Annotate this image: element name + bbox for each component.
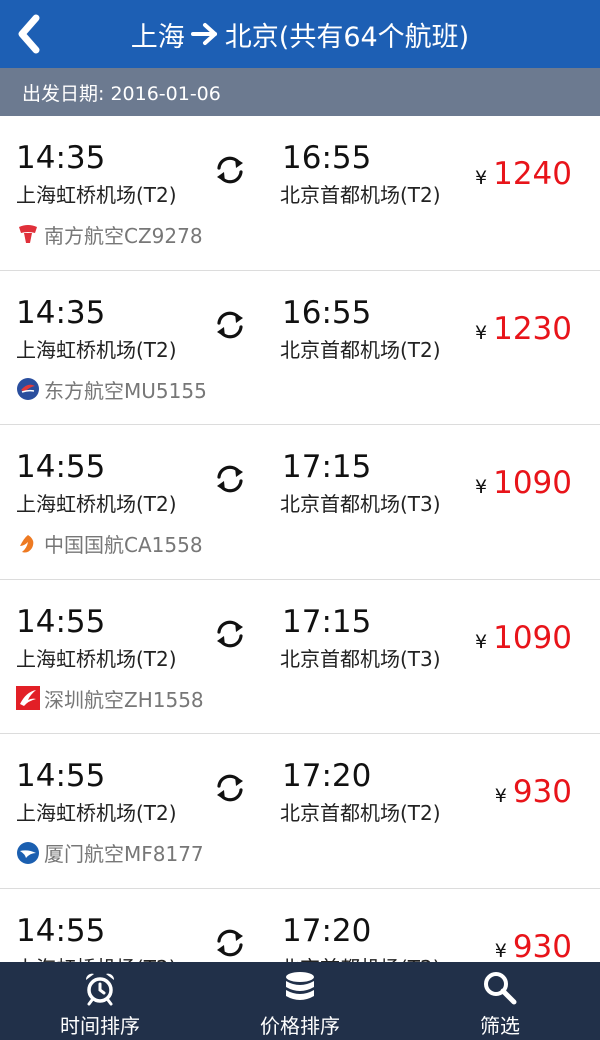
departure-airport: 上海虹桥机场(T2) xyxy=(16,337,177,362)
departure-time: 14:35 xyxy=(16,140,106,176)
arrival-time: 16:55 xyxy=(282,294,372,331)
price: ¥1090 xyxy=(475,465,572,501)
filter-label: 筛选 xyxy=(480,1014,520,1038)
price: ¥930 xyxy=(495,774,572,810)
database-stack-icon xyxy=(286,972,314,1000)
flight-row[interactable]: 14:35 上海虹桥机场(T2) 16:55 北京首都机场(T2) 南方航空CZ9278… xyxy=(0,116,600,271)
alarm-clock-icon xyxy=(85,973,115,1006)
price: ¥1230 xyxy=(475,311,572,347)
currency-symbol: ¥ xyxy=(475,630,488,653)
arrival-airport: 北京首都机场(T2) xyxy=(280,337,441,362)
arrival-airport: 北京首都机场(T3) xyxy=(280,492,441,516)
price-amount: 1240 xyxy=(493,156,572,192)
top-bar: 上海 北京(共有64个航班) xyxy=(0,0,600,68)
swap-icon xyxy=(214,309,246,341)
filter-tab[interactable]: 筛选 xyxy=(400,962,600,1040)
shenzhen-airlines-logo-icon xyxy=(16,686,40,710)
back-button[interactable] xyxy=(0,0,64,68)
airline-info: 中国国航CA1558 xyxy=(16,529,203,558)
flight-row[interactable]: 14:55 上海虹桥机场(T2) 17:20 北京首都机场(T2) 厦门航空MF8177… xyxy=(0,734,600,889)
swap-icon xyxy=(214,772,246,804)
airline-info: 深圳航空ZH1558 xyxy=(16,684,204,713)
flight-row[interactable]: 14:55 上海虹桥机场(T2) 17:15 北京首都机场(T3) 中国国航CA1558… xyxy=(0,425,600,580)
arrival-airport: 北京首都机场(T3) xyxy=(280,646,441,671)
departure-airport: 上海虹桥机场(T2) xyxy=(16,183,177,207)
flight-list: 14:35 上海虹桥机场(T2) 16:55 北京首都机场(T2) 南方航空CZ9278… xyxy=(0,116,600,962)
airline-info: 南方航空CZ9278 xyxy=(16,220,203,249)
swap-icon xyxy=(214,927,246,959)
page-title: 上海 北京(共有64个航班) xyxy=(64,0,536,68)
chevron-left-icon xyxy=(18,14,40,54)
sort-by-price-tab[interactable]: 价格排序 xyxy=(200,962,400,1040)
sort-by-time-tab[interactable]: 时间排序 xyxy=(0,962,200,1040)
xiamen-airlines-logo-icon xyxy=(16,841,40,865)
price-amount: 930 xyxy=(512,774,572,810)
price: ¥930 xyxy=(495,929,572,963)
destination-city: 北京(共有64个航班) xyxy=(224,21,470,53)
price-amount: 1230 xyxy=(493,310,572,347)
price-amount: 930 xyxy=(512,928,572,963)
search-icon xyxy=(484,972,517,1005)
currency-symbol: ¥ xyxy=(475,476,488,498)
departure-date-bar: 出发日期: 2016-01-06 xyxy=(0,68,600,116)
bottom-nav: 时间排序 价格排序 筛选 xyxy=(0,962,600,1040)
arrival-time: 17:20 xyxy=(282,758,372,794)
arrival-airport: 北京首都机场(T2) xyxy=(280,183,441,207)
departure-time: 14:55 xyxy=(16,449,106,485)
departure-airport: 上海虹桥机场(T2) xyxy=(16,955,177,963)
swap-icon xyxy=(214,618,246,650)
arrival-airport: 北京首都机场(T2) xyxy=(280,801,441,825)
currency-symbol: ¥ xyxy=(475,321,488,344)
departure-time: 14:35 xyxy=(16,294,106,331)
departure-airport: 上海虹桥机场(T2) xyxy=(16,801,177,825)
airline-flight-number: 南方航空CZ9278 xyxy=(44,224,203,248)
sort-by-time-label: 时间排序 xyxy=(60,1014,140,1038)
price: ¥1090 xyxy=(475,620,572,656)
arrival-time: 16:55 xyxy=(282,140,372,176)
departure-time: 14:55 xyxy=(16,758,106,794)
airline-info: 东方航空MU5155 xyxy=(16,375,207,404)
flight-row[interactable]: 14:55 上海虹桥机场(T2) 17:20 北京首都机场(T2) ¥930 xyxy=(0,888,600,963)
airline-flight-number: 厦门航空MF8177 xyxy=(44,842,204,866)
arrival-time: 17:15 xyxy=(282,449,372,485)
departure-airport: 上海虹桥机场(T2) xyxy=(16,646,177,671)
arrival-time: 17:15 xyxy=(282,603,372,640)
departure-time: 14:55 xyxy=(16,603,106,640)
arrival-airport: 北京首都机场(T2) xyxy=(280,955,441,963)
price-amount: 1090 xyxy=(493,465,572,501)
air-china-logo-icon xyxy=(16,532,40,556)
currency-symbol: ¥ xyxy=(475,167,488,189)
origin-city: 上海 xyxy=(130,21,185,53)
price: ¥1240 xyxy=(475,156,572,192)
flight-row[interactable]: 14:55 上海虹桥机场(T2) 17:15 北京首都机场(T3) 深圳航空ZH1558… xyxy=(0,579,600,734)
sort-by-price-label: 价格排序 xyxy=(260,1014,340,1038)
departure-time: 14:55 xyxy=(16,912,106,949)
airline-flight-number: 中国国航CA1558 xyxy=(44,533,203,557)
china-eastern-logo-icon xyxy=(16,377,40,401)
currency-symbol: ¥ xyxy=(494,785,507,807)
departure-date: 出发日期: 2016-01-06 xyxy=(22,82,221,105)
swap-icon xyxy=(214,463,246,495)
departure-airport: 上海虹桥机场(T2) xyxy=(16,492,177,516)
china-southern-logo-icon xyxy=(16,223,40,247)
airline-flight-number: 东方航空MU5155 xyxy=(44,378,207,403)
swap-icon xyxy=(214,154,246,186)
arrow-right-icon xyxy=(190,22,219,46)
price-amount: 1090 xyxy=(493,619,572,656)
airline-info: 厦门航空MF8177 xyxy=(16,838,204,867)
flight-row[interactable]: 14:35 上海虹桥机场(T2) 16:55 北京首都机场(T2) 东方航空MU5155… xyxy=(0,270,600,425)
arrival-time: 17:20 xyxy=(282,912,372,949)
currency-symbol: ¥ xyxy=(494,939,507,962)
airline-flight-number: 深圳航空ZH1558 xyxy=(44,687,204,712)
